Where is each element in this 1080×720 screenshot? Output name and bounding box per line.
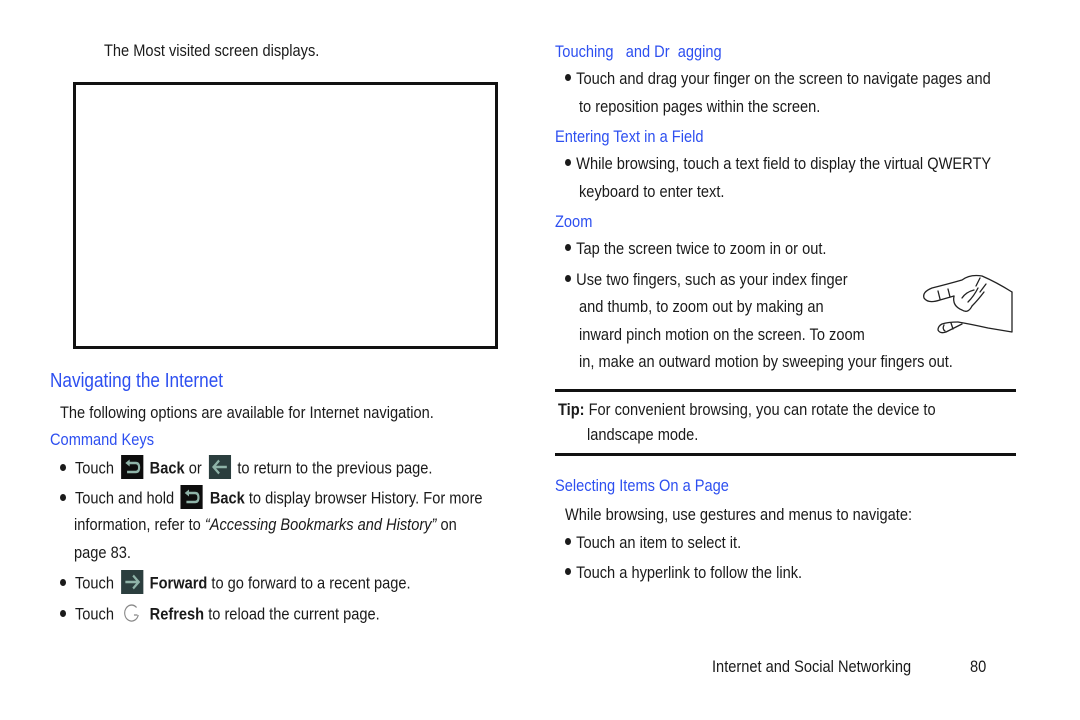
list-item: Touch and drag your finger on the screen… [565, 69, 1060, 89]
forward-label: Forward [149, 573, 208, 593]
list-item-continuation: inward pinch motion on the screen. To zo… [579, 325, 911, 345]
subheading-zoom: Zoom [555, 212, 598, 232]
bullet-text: page 83. [74, 543, 131, 562]
list-item-continuation: information, refer to “Accessing Bookmar… [74, 515, 519, 535]
bullet-text: to return to the previous page. [237, 458, 433, 478]
tip-line: landscape mode. [587, 425, 716, 445]
forward-arrow-icon [120, 570, 144, 594]
list-item: Use two fingers, such as your index fing… [565, 270, 894, 290]
back-key-icon [180, 485, 204, 509]
page-number: 80 [970, 657, 989, 677]
subheading-selecting-items-label: Selecting Items On a Page [555, 476, 729, 495]
list-item: Touch Back or to return to the previous … [60, 455, 493, 481]
footer-section-title-label: Internet and Social Networking [712, 657, 912, 676]
refresh-icon [121, 601, 143, 625]
list-item: While browsing, touch a text field to di… [565, 154, 1061, 174]
tip-text: landscape mode. [587, 425, 699, 444]
bullet-text: and thumb, to zoom out by making an [579, 297, 824, 316]
bullet-text: to reload the current page. [208, 604, 380, 624]
bullet-text: Tap the screen twice to zoom in or out. [565, 239, 826, 259]
list-item-continuation: to reposition pages within the screen. [579, 97, 860, 117]
list-item: Touch and hold Back to display browser H… [60, 485, 551, 511]
bullet-text: While browsing, touch a text field to di… [565, 154, 991, 174]
bullet-text: Touch [74, 458, 115, 478]
list-item: Touch an item to select it. [565, 533, 770, 553]
list-item-continuation: keyboard to enter text. [579, 182, 748, 202]
subheading-command-keys-label: Command Keys [50, 430, 155, 449]
list-item: Tap the screen twice to zoom in or out. [565, 239, 869, 259]
bullet-text: Touch a hyperlink to follow the link. [565, 563, 802, 583]
section-heading-navigating: Navigating the Internet [50, 370, 251, 393]
bullet-text: to reposition pages within the screen. [579, 97, 821, 116]
selecting-lead-text-label: While browsing, use gestures and menus t… [565, 505, 913, 524]
intro-text: The Most visited screen displays. [104, 41, 354, 61]
subheading-command-keys: Command Keys [50, 430, 171, 450]
tip-text: For convenient browsing, you can rotate … [588, 400, 936, 419]
tip-bottom-divider [555, 453, 1016, 456]
subheading-touching-dragging-label: Touching and Dr agging [555, 42, 722, 61]
bullet-text: information, refer to [74, 515, 201, 534]
list-item: Touch Refresh to reload the current page… [60, 603, 432, 627]
subheading-touching-dragging: Touching and Dr agging [555, 42, 749, 62]
list-item: Touch a hyperlink to follow the link. [565, 563, 841, 583]
bullet-text: Touch and drag your finger on the screen… [565, 69, 991, 89]
section-heading-navigating-label: Navigating the Internet [50, 370, 224, 392]
bullet-text: in, make an outward motion by sweeping y… [579, 352, 953, 371]
tip-label: Tip: [558, 400, 585, 419]
subheading-zoom-label: Zoom [555, 212, 593, 231]
subheading-entering-text-label: Entering Text in a Field [555, 127, 704, 146]
refresh-label: Refresh [149, 604, 205, 624]
tip-line: Tip: For convenient browsing, you can ro… [558, 400, 997, 420]
bullet-text: to go forward to a recent page. [211, 573, 411, 593]
list-item-continuation: in, make an outward motion by sweeping y… [579, 352, 1014, 372]
back-label: Back [209, 488, 245, 508]
back-key-icon [120, 455, 144, 479]
subheading-selecting-items: Selecting Items On a Page [555, 476, 757, 496]
bullet-text: to display browser History. For more [248, 488, 483, 508]
bullet-text: inward pinch motion on the screen. To zo… [579, 325, 865, 344]
bullet-text: or [188, 458, 202, 478]
bullet-text: Touch [74, 604, 115, 624]
bullet-text: Touch and hold [74, 488, 175, 508]
bullet-text: Use two fingers, such as your index fing… [565, 270, 847, 290]
pinch-gesture-icon [918, 272, 1016, 338]
bullet-text: keyboard to enter text. [579, 182, 725, 201]
list-item-continuation: page 83. [74, 543, 140, 563]
intro-text-label: The Most visited screen displays. [104, 41, 320, 60]
page-number-label: 80 [970, 657, 987, 676]
bullet-text: on [440, 515, 457, 534]
back-arrow-icon [208, 455, 231, 479]
selecting-lead-text: While browsing, use gestures and menus t… [565, 505, 969, 525]
bullet-text: Touch [74, 573, 115, 593]
lead-text-label: The following options are available for … [60, 403, 434, 422]
lead-text: The following options are available for … [60, 403, 495, 423]
most-visited-screenshot-placeholder [73, 82, 498, 349]
list-item-continuation: and thumb, to zoom out by making an [579, 297, 863, 317]
back-label: Back [149, 458, 185, 478]
footer-section-title: Internet and Social Networking [712, 657, 944, 677]
cross-reference-link[interactable]: “Accessing Bookmarks and History” [205, 515, 437, 534]
bullet-text: Touch an item to select it. [565, 533, 741, 553]
list-item: Touch Forward to go forward to a recent … [60, 570, 468, 596]
subheading-entering-text: Entering Text in a Field [555, 127, 728, 147]
tip-top-divider [555, 389, 1016, 392]
